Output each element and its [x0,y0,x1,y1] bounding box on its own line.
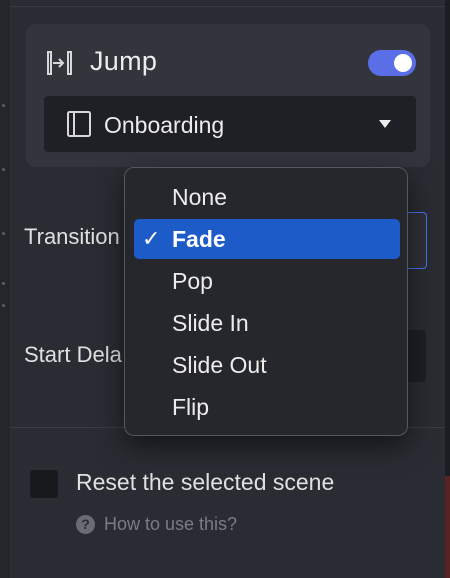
gutter-tick [2,232,5,235]
menu-item-label: Fade [172,226,226,252]
help-link[interactable]: ? How to use this? [76,512,237,536]
transition-label: Transition [24,224,120,249]
scene-frame-icon [67,111,91,137]
menu-item-pop[interactable]: Pop [134,261,400,301]
gutter-tick [2,304,5,307]
jump-icon [47,51,72,75]
jump-action-card: Jump Onboarding [26,24,430,167]
panel-top-border [10,0,445,7]
gutter-tick [2,168,5,171]
chevron-down-icon [379,120,391,128]
gutter-tick [2,104,5,107]
left-gutter [0,0,10,578]
help-link-label: How to use this? [104,513,238,534]
reset-scene-checkbox[interactable] [30,470,58,498]
menu-item-slide-in[interactable]: Slide In [134,303,400,343]
menu-item-label: Pop [172,268,213,294]
menu-item-label: Slide In [172,310,249,336]
checkmark-icon: ✓ [142,226,161,251]
scene-select[interactable]: Onboarding [44,96,416,152]
menu-item-label: Slide Out [172,352,267,378]
right-edge [445,0,450,578]
reset-scene-label: Reset the selected scene [76,469,335,495]
help-icon: ? [76,514,95,534]
menu-item-label: Flip [172,394,210,420]
toggle-knob [394,54,412,72]
action-title: Jump [90,46,158,76]
start-delay-label: Start Dela [24,342,122,367]
transition-dropdown-menu: None ✓ Fade Pop Slide In Slide Out Flip [124,167,408,436]
menu-item-fade[interactable]: ✓ Fade [134,219,400,259]
gutter-tick [2,282,5,285]
scene-select-value: Onboarding [104,112,225,138]
action-enabled-toggle[interactable] [368,50,416,76]
menu-item-none[interactable]: None [134,177,400,217]
action-panel: Jump Onboarding Transition Start Dela Re… [0,0,450,578]
menu-item-slide-out[interactable]: Slide Out [134,345,400,385]
menu-item-flip[interactable]: Flip [134,387,400,427]
canvas-edge-accent [445,476,450,578]
menu-item-label: None [172,184,227,210]
